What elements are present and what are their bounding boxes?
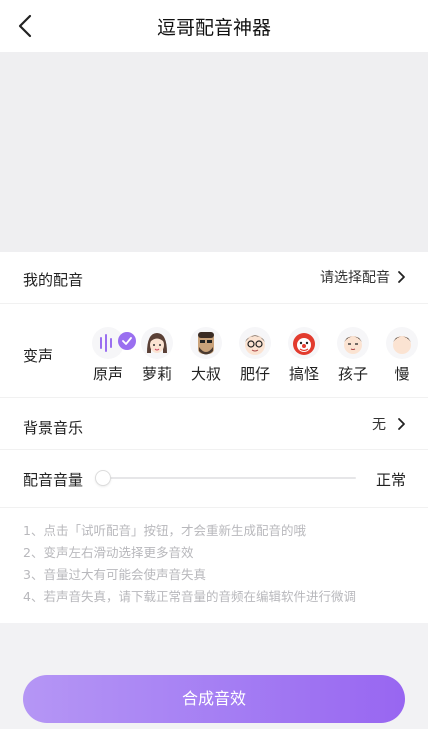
volume-slider-thumb[interactable] [95,470,111,486]
settings-panel: 我的配音 请选择配音 变声 原声 萝莉 大叔 肥仔 搞怪 孩子 慢 背景音乐 无… [0,252,428,623]
uncle-avatar-icon [190,327,222,359]
voice-item-child[interactable]: 孩子 [333,327,373,384]
voice-item-original[interactable]: 原声 [88,327,136,384]
background-music-row[interactable]: 背景音乐 无 [0,398,428,450]
voice-item-label: 搞怪 [288,365,319,383]
chevron-right-icon [396,270,406,284]
tip-item: 4、若声音失真，请下载正常音量的音频在编辑软件进行微调 [23,589,356,604]
tip-item: 3、音量过大有可能会使声音失真 [23,567,206,582]
selected-check-icon [118,332,136,350]
volume-slider-track[interactable] [104,477,356,479]
voice-item-label: 慢 [394,365,410,383]
voice-item-label: 萝莉 [141,365,172,383]
dubbing-volume-row: 配音音量 正常 [0,450,428,508]
chevron-right-icon [396,417,406,431]
voice-item-uncle[interactable]: 大叔 [186,327,226,384]
my-dubbing-row[interactable]: 我的配音 请选择配音 [0,252,428,304]
fat-kid-avatar-icon [239,327,271,359]
voice-effect-list[interactable]: 原声 萝莉 大叔 肥仔 搞怪 孩子 慢 [88,327,428,391]
tips-list: 1、点击「试听配音」按钮，才会重新生成配音的哦 2、变声左右滑动选择更多音效 3… [23,520,413,608]
voice-item-slow[interactable]: 慢 [382,327,422,384]
synthesize-audio-button[interactable]: 合成音效 [23,675,405,723]
girl-avatar-icon [141,327,173,359]
voice-item-fat-kid[interactable]: 肥仔 [235,327,275,384]
select-music-button[interactable]: 无 [372,414,406,434]
background-music-value: 无 [372,417,386,433]
soundwave-icon [92,327,136,359]
voice-item-funny[interactable]: 搞怪 [284,327,324,384]
clown-avatar-icon [288,327,320,359]
video-preview-area [0,52,428,252]
tip-item: 2、变声左右滑动选择更多音效 [23,545,194,560]
voice-item-label: 大叔 [190,365,221,383]
volume-value: 正常 [375,471,406,489]
bottom-action-area: 合成音效 [0,623,428,729]
tip-item: 1、点击「试听配音」按钮，才会重新生成配音的哦 [23,523,306,538]
voice-item-label: 孩子 [337,365,368,383]
top-bar: 逗哥配音神器 [0,0,428,52]
voice-item-label: 原声 [92,365,123,383]
child-avatar-icon [337,327,369,359]
voice-item-loli[interactable]: 萝莉 [137,327,177,384]
dubbing-volume-label: 配音音量 [23,471,84,489]
select-dubbing-button[interactable]: 请选择配音 [320,267,406,287]
voice-change-row: 变声 原声 萝莉 大叔 肥仔 搞怪 孩子 慢 [0,304,428,398]
my-dubbing-label: 我的配音 [23,271,84,289]
page-title: 逗哥配音神器 [156,17,271,39]
voice-item-label: 肥仔 [239,365,270,383]
voice-change-label: 变声 [23,347,54,365]
slow-avatar-icon [386,327,418,359]
select-dubbing-text: 请选择配音 [320,270,390,286]
background-music-label: 背景音乐 [23,419,84,437]
